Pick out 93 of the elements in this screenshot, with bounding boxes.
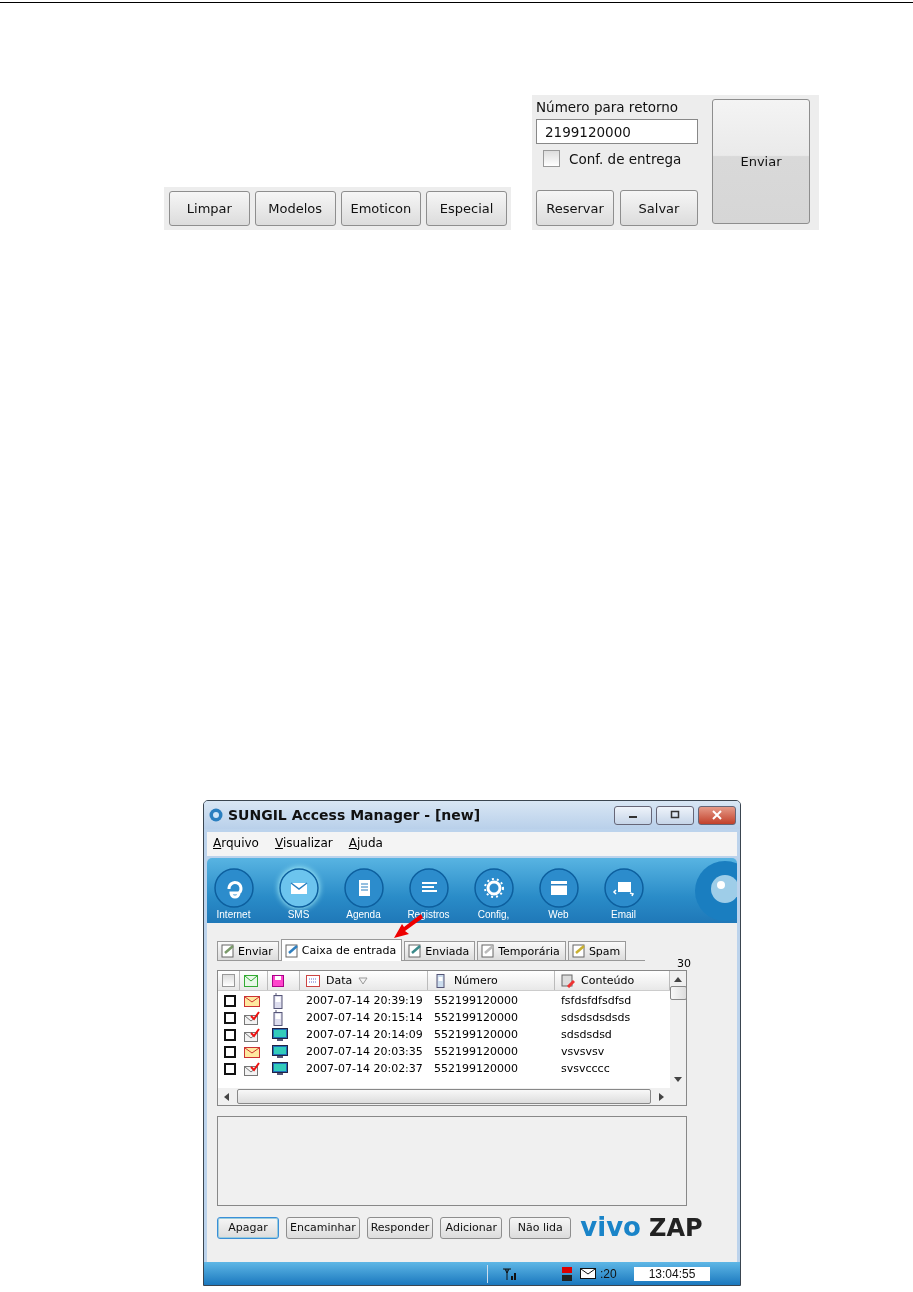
table-cell: 552199120000 (434, 994, 518, 1007)
brand-logo-text: ZAP (649, 1215, 703, 1241)
toolbar-item[interactable]: Registros (408, 867, 449, 920)
brand-logo-text: vivo (580, 1214, 641, 1240)
menu-item[interactable]: Visualizar (274, 836, 333, 852)
checkbox[interactable] (224, 1045, 236, 1058)
checkbox[interactable] (222, 974, 235, 987)
table-cell: vsvsvsv (561, 1045, 605, 1058)
action-button[interactable]: Adicionar (440, 1216, 503, 1239)
table-cell: 552199120000 (434, 1011, 518, 1024)
checkbox[interactable] (224, 1028, 236, 1041)
table-cell: 2007-07-14 20:15:14 (306, 1011, 423, 1024)
maximize-button[interactable] (656, 805, 694, 825)
table-cell: 2007-07-14 20:39:19 (306, 994, 423, 1007)
table-cell: 2007-07-14 20:02:37 (306, 1062, 423, 1075)
scroll-thumb[interactable] (237, 1089, 651, 1104)
table-cell: sdsdsdsdsds (561, 1011, 631, 1024)
close-button[interactable] (698, 805, 736, 825)
field-label: Número para retorno (536, 99, 680, 115)
checkbox[interactable] (224, 994, 236, 1007)
column-header[interactable]: Data (326, 974, 353, 987)
scroll-thumb[interactable] (669, 986, 687, 1000)
document-icon (284, 943, 299, 958)
checkbox[interactable] (224, 1062, 236, 1075)
column-header[interactable]: Conteúdo (581, 974, 635, 987)
table-cell: sdsdsdsd (561, 1028, 612, 1041)
left-arrow-icon (224, 1092, 229, 1101)
app-icon (209, 808, 223, 822)
menu-item[interactable]: Ajuda (348, 836, 383, 852)
toolbar-button[interactable]: Especial (426, 191, 507, 226)
email-icon (603, 867, 644, 908)
table-cell: svsvcccc (561, 1062, 610, 1075)
document-icon (221, 944, 235, 958)
column-header[interactable]: Número (454, 974, 498, 987)
table-cell: 552199120000 (434, 1045, 518, 1058)
toolbar-item[interactable]: Internet (213, 867, 254, 920)
document-icon (408, 944, 423, 958)
scrollbar[interactable] (218, 1088, 686, 1105)
envelope-icon (580, 1268, 596, 1279)
table-cell: 552199120000 (434, 1028, 518, 1041)
tab[interactable]: Temporária (477, 941, 566, 960)
maximize-icon (670, 810, 680, 820)
toolbar-button[interactable]: Modelos (254, 191, 336, 226)
table-cell: fsfdsfdfsdfsd (561, 994, 632, 1007)
sms-icon (278, 867, 319, 908)
toolbar-item[interactable]: Config, (473, 867, 514, 920)
menu-item[interactable]: Arquivo (213, 836, 259, 852)
document-icon (571, 944, 586, 958)
right-arrow-icon (659, 1092, 664, 1101)
note-icon (561, 973, 575, 988)
config-icon (473, 867, 514, 908)
message-count: :20 (600, 1266, 617, 1281)
action-button[interactable]: Não lida (509, 1216, 572, 1239)
tab[interactable]: Enviar (217, 941, 279, 960)
agenda-icon (343, 867, 384, 908)
calendar-icon (306, 973, 320, 988)
action-button[interactable]: Apagar (217, 1216, 279, 1239)
action-button[interactable]: Reservar (536, 190, 614, 226)
close-icon (712, 810, 722, 820)
window-title: SUNGIL Access Manager - [new] (228, 807, 482, 823)
toolbar-item[interactable]: SMS (278, 867, 319, 920)
document-icon (481, 944, 496, 958)
web-icon (538, 867, 579, 908)
tab[interactable]: Enviada (404, 941, 476, 960)
table-cell: 2007-07-14 20:03:35 (306, 1045, 423, 1058)
phone-icon (434, 973, 448, 988)
message-count: 30 (677, 957, 691, 970)
clock: 13:04:55 (634, 1266, 710, 1281)
internet-icon (213, 867, 254, 908)
toolbar-button[interactable]: Limpar (169, 191, 250, 226)
up-arrow-icon (674, 977, 682, 982)
action-button[interactable]: Salvar (620, 190, 698, 226)
table-cell: 552199120000 (434, 1062, 518, 1075)
number-field[interactable]: 2199120000 (536, 119, 698, 144)
checkbox[interactable] (224, 1011, 236, 1024)
toolbar-item[interactable]: Web (538, 867, 579, 920)
send-button[interactable]: Enviar (712, 99, 810, 224)
minimize-button[interactable] (614, 805, 652, 825)
checkbox-label: Conf. de entrega (569, 150, 682, 167)
action-button[interactable]: Responder (366, 1216, 434, 1239)
toolbar-item[interactable]: Agenda (343, 867, 384, 920)
down-arrow-icon (674, 1077, 682, 1082)
envelope-icon (244, 974, 258, 987)
scrollbar[interactable] (670, 971, 686, 1088)
tab[interactable]: Spam (567, 941, 627, 960)
tab[interactable]: Caixa de entrada (280, 939, 403, 961)
checkbox[interactable] (543, 150, 560, 167)
table-cell: 2007-07-14 20:14:09 (306, 1028, 423, 1041)
signal-icon (502, 1267, 518, 1280)
action-button[interactable]: Encaminhar (286, 1216, 360, 1239)
registros-icon (408, 867, 449, 908)
toolbar-item[interactable]: Email (603, 867, 644, 920)
toolbar-button[interactable]: Emoticon (340, 191, 422, 226)
